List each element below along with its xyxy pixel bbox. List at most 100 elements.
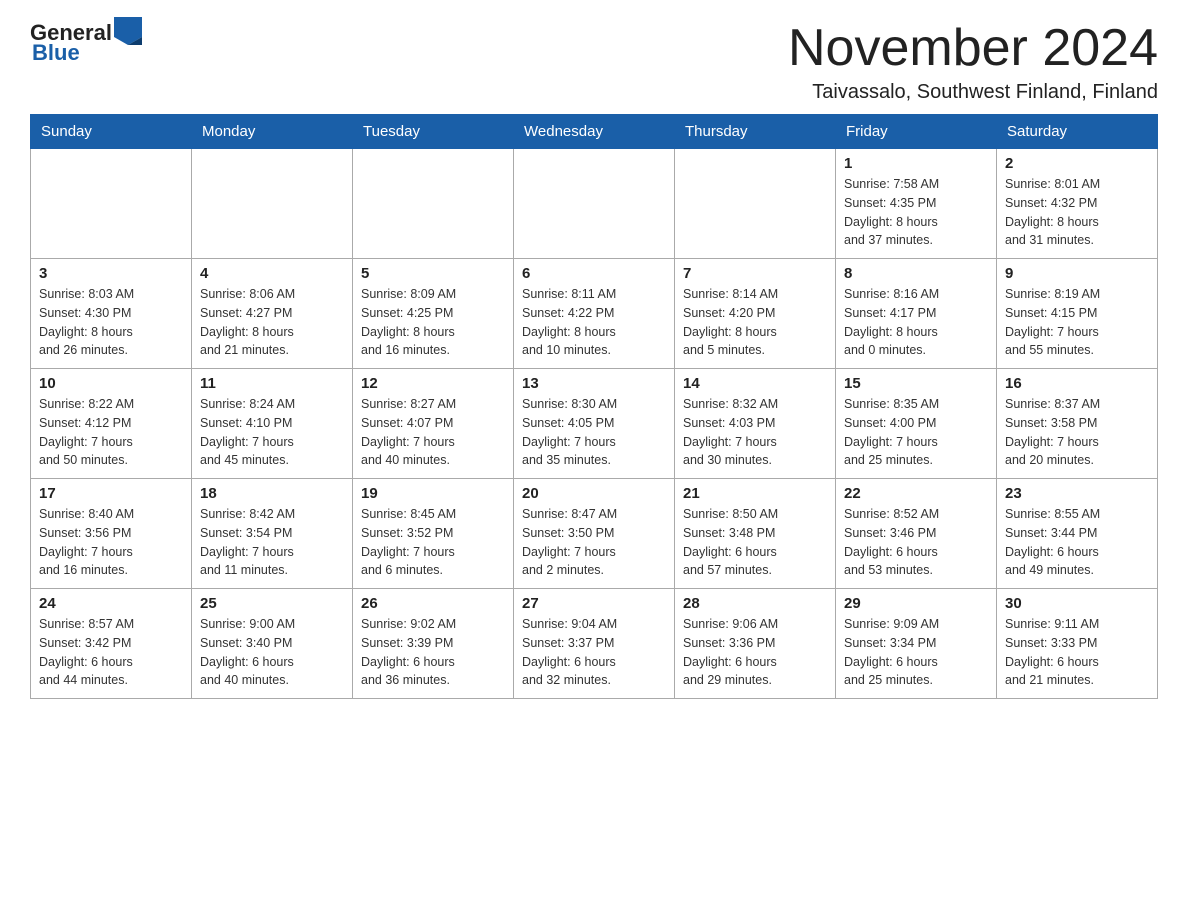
day-info: Sunrise: 8:11 AM Sunset: 4:22 PM Dayligh… xyxy=(522,285,666,360)
day-info: Sunrise: 8:24 AM Sunset: 4:10 PM Dayligh… xyxy=(200,395,344,470)
day-info: Sunrise: 8:22 AM Sunset: 4:12 PM Dayligh… xyxy=(39,395,183,470)
calendar-cell: 6Sunrise: 8:11 AM Sunset: 4:22 PM Daylig… xyxy=(514,259,675,369)
day-info: Sunrise: 8:47 AM Sunset: 3:50 PM Dayligh… xyxy=(522,505,666,580)
logo-blue: Blue xyxy=(32,40,80,66)
calendar-cell: 18 Sunrise: 8:42 AM Sunset: 3:54 PM Dayli… xyxy=(192,479,353,589)
calendar-cell: 2 Sunrise: 8:01 AM Sunset: 4:32 PM Daylig… xyxy=(997,149,1158,259)
calendar-cell: 15 Sunrise: 8:35 AM Sunset: 4:00 PM Dayli… xyxy=(836,369,997,479)
calendar-cell: 27 Sunrise: 9:04 AM Sunset: 3:37 PM Dayli… xyxy=(514,589,675,699)
day-number: 15 xyxy=(844,375,988,392)
calendar-cell: 1 Sunrise: 7:58 AM Sunset: 4:35 PM Daylig… xyxy=(836,149,997,259)
calendar-weekday-sunday: Sunday xyxy=(31,115,192,149)
calendar-cell: 20 Sunrise: 8:47 AM Sunset: 3:50 PM Dayli… xyxy=(514,479,675,589)
day-number: 18 xyxy=(200,485,344,502)
day-number: 3 xyxy=(39,265,183,282)
day-number: 5 xyxy=(361,265,505,282)
day-number: 29 xyxy=(844,595,988,612)
calendar-cell: 12 Sunrise: 8:27 AM Sunset: 4:07 PM Dayli… xyxy=(353,369,514,479)
day-info: Sunrise: 9:09 AM Sunset: 3:34 PM Dayligh… xyxy=(844,615,988,690)
day-info: Sunrise: 8:40 AM Sunset: 3:56 PM Dayligh… xyxy=(39,505,183,580)
calendar-cell: 7Sunrise: 8:14 AM Sunset: 4:20 PM Daylig… xyxy=(675,259,836,369)
day-info: Sunrise: 8:57 AM Sunset: 3:42 PM Dayligh… xyxy=(39,615,183,690)
calendar-weekday-thursday: Thursday xyxy=(675,115,836,149)
calendar-cell xyxy=(31,149,192,259)
calendar-header-row: SundayMondayTuesdayWednesdayThursdayFrid… xyxy=(31,115,1158,149)
calendar-weekday-tuesday: Tuesday xyxy=(353,115,514,149)
calendar-cell: 24Sunrise: 8:57 AM Sunset: 3:42 PM Dayli… xyxy=(31,589,192,699)
calendar-cell: 4 Sunrise: 8:06 AM Sunset: 4:27 PM Daylig… xyxy=(192,259,353,369)
day-info: Sunrise: 8:03 AM Sunset: 4:30 PM Dayligh… xyxy=(39,285,183,360)
day-number: 9 xyxy=(1005,265,1149,282)
calendar-cell xyxy=(514,149,675,259)
day-info: Sunrise: 8:55 AM Sunset: 3:44 PM Dayligh… xyxy=(1005,505,1149,580)
day-number: 19 xyxy=(361,485,505,502)
logo: General Blue xyxy=(30,20,142,66)
calendar-week-row: 17 Sunrise: 8:40 AM Sunset: 3:56 PM Dayli… xyxy=(31,479,1158,589)
day-info: Sunrise: 8:09 AM Sunset: 4:25 PM Dayligh… xyxy=(361,285,505,360)
day-number: 21 xyxy=(683,485,827,502)
calendar-cell: 3 Sunrise: 8:03 AM Sunset: 4:30 PM Daylig… xyxy=(31,259,192,369)
day-number: 14 xyxy=(683,375,827,392)
day-info: Sunrise: 8:30 AM Sunset: 4:05 PM Dayligh… xyxy=(522,395,666,470)
calendar-week-row: 1 Sunrise: 7:58 AM Sunset: 4:35 PM Daylig… xyxy=(31,149,1158,259)
calendar-cell: 9 Sunrise: 8:19 AM Sunset: 4:15 PM Daylig… xyxy=(997,259,1158,369)
day-info: Sunrise: 8:06 AM Sunset: 4:27 PM Dayligh… xyxy=(200,285,344,360)
day-number: 10 xyxy=(39,375,183,392)
day-info: Sunrise: 9:02 AM Sunset: 3:39 PM Dayligh… xyxy=(361,615,505,690)
day-info: Sunrise: 8:14 AM Sunset: 4:20 PM Dayligh… xyxy=(683,285,827,360)
calendar-week-row: 3 Sunrise: 8:03 AM Sunset: 4:30 PM Daylig… xyxy=(31,259,1158,369)
calendar-cell xyxy=(353,149,514,259)
calendar-cell: 17 Sunrise: 8:40 AM Sunset: 3:56 PM Dayli… xyxy=(31,479,192,589)
calendar-cell: 19 Sunrise: 8:45 AM Sunset: 3:52 PM Dayli… xyxy=(353,479,514,589)
calendar-cell: 8Sunrise: 8:16 AM Sunset: 4:17 PM Daylig… xyxy=(836,259,997,369)
calendar-cell: 16 Sunrise: 8:37 AM Sunset: 3:58 PM Dayli… xyxy=(997,369,1158,479)
day-number: 13 xyxy=(522,375,666,392)
calendar-cell: 30 Sunrise: 9:11 AM Sunset: 3:33 PM Dayli… xyxy=(997,589,1158,699)
day-number: 23 xyxy=(1005,485,1149,502)
calendar-weekday-wednesday: Wednesday xyxy=(514,115,675,149)
calendar-cell: 5 Sunrise: 8:09 AM Sunset: 4:25 PM Daylig… xyxy=(353,259,514,369)
day-number: 2 xyxy=(1005,155,1149,172)
calendar-weekday-saturday: Saturday xyxy=(997,115,1158,149)
calendar-cell: 10 Sunrise: 8:22 AM Sunset: 4:12 PM Dayli… xyxy=(31,369,192,479)
day-info: Sunrise: 8:42 AM Sunset: 3:54 PM Dayligh… xyxy=(200,505,344,580)
day-info: Sunrise: 8:45 AM Sunset: 3:52 PM Dayligh… xyxy=(361,505,505,580)
day-number: 12 xyxy=(361,375,505,392)
day-number: 26 xyxy=(361,595,505,612)
calendar-cell: 13 Sunrise: 8:30 AM Sunset: 4:05 PM Dayli… xyxy=(514,369,675,479)
calendar-week-row: 24Sunrise: 8:57 AM Sunset: 3:42 PM Dayli… xyxy=(31,589,1158,699)
calendar-cell: 25Sunrise: 9:00 AM Sunset: 3:40 PM Dayli… xyxy=(192,589,353,699)
day-info: Sunrise: 8:01 AM Sunset: 4:32 PM Dayligh… xyxy=(1005,175,1149,250)
calendar-weekday-monday: Monday xyxy=(192,115,353,149)
day-info: Sunrise: 8:37 AM Sunset: 3:58 PM Dayligh… xyxy=(1005,395,1149,470)
day-info: Sunrise: 8:27 AM Sunset: 4:07 PM Dayligh… xyxy=(361,395,505,470)
calendar-table: SundayMondayTuesdayWednesdayThursdayFrid… xyxy=(30,114,1158,699)
day-info: Sunrise: 8:52 AM Sunset: 3:46 PM Dayligh… xyxy=(844,505,988,580)
day-number: 28 xyxy=(683,595,827,612)
calendar-cell: 11 Sunrise: 8:24 AM Sunset: 4:10 PM Dayli… xyxy=(192,369,353,479)
day-info: Sunrise: 7:58 AM Sunset: 4:35 PM Dayligh… xyxy=(844,175,988,250)
day-number: 16 xyxy=(1005,375,1149,392)
day-info: Sunrise: 8:19 AM Sunset: 4:15 PM Dayligh… xyxy=(1005,285,1149,360)
day-info: Sunrise: 8:35 AM Sunset: 4:00 PM Dayligh… xyxy=(844,395,988,470)
day-number: 17 xyxy=(39,485,183,502)
day-info: Sunrise: 9:11 AM Sunset: 3:33 PM Dayligh… xyxy=(1005,615,1149,690)
calendar-cell xyxy=(192,149,353,259)
day-number: 30 xyxy=(1005,595,1149,612)
calendar-week-row: 10 Sunrise: 8:22 AM Sunset: 4:12 PM Dayli… xyxy=(31,369,1158,479)
calendar-cell: 28Sunrise: 9:06 AM Sunset: 3:36 PM Dayli… xyxy=(675,589,836,699)
day-info: Sunrise: 9:00 AM Sunset: 3:40 PM Dayligh… xyxy=(200,615,344,690)
day-number: 4 xyxy=(200,265,344,282)
day-number: 27 xyxy=(522,595,666,612)
day-number: 22 xyxy=(844,485,988,502)
day-info: Sunrise: 9:04 AM Sunset: 3:37 PM Dayligh… xyxy=(522,615,666,690)
day-number: 8 xyxy=(844,265,988,282)
calendar-cell: 26 Sunrise: 9:02 AM Sunset: 3:39 PM Dayli… xyxy=(353,589,514,699)
calendar-cell: 14Sunrise: 8:32 AM Sunset: 4:03 PM Dayli… xyxy=(675,369,836,479)
calendar-cell: 23 Sunrise: 8:55 AM Sunset: 3:44 PM Dayli… xyxy=(997,479,1158,589)
day-number: 20 xyxy=(522,485,666,502)
day-number: 11 xyxy=(200,375,344,392)
calendar-weekday-friday: Friday xyxy=(836,115,997,149)
subtitle: Taivassalo, Southwest Finland, Finland xyxy=(788,81,1158,104)
day-number: 1 xyxy=(844,155,988,172)
